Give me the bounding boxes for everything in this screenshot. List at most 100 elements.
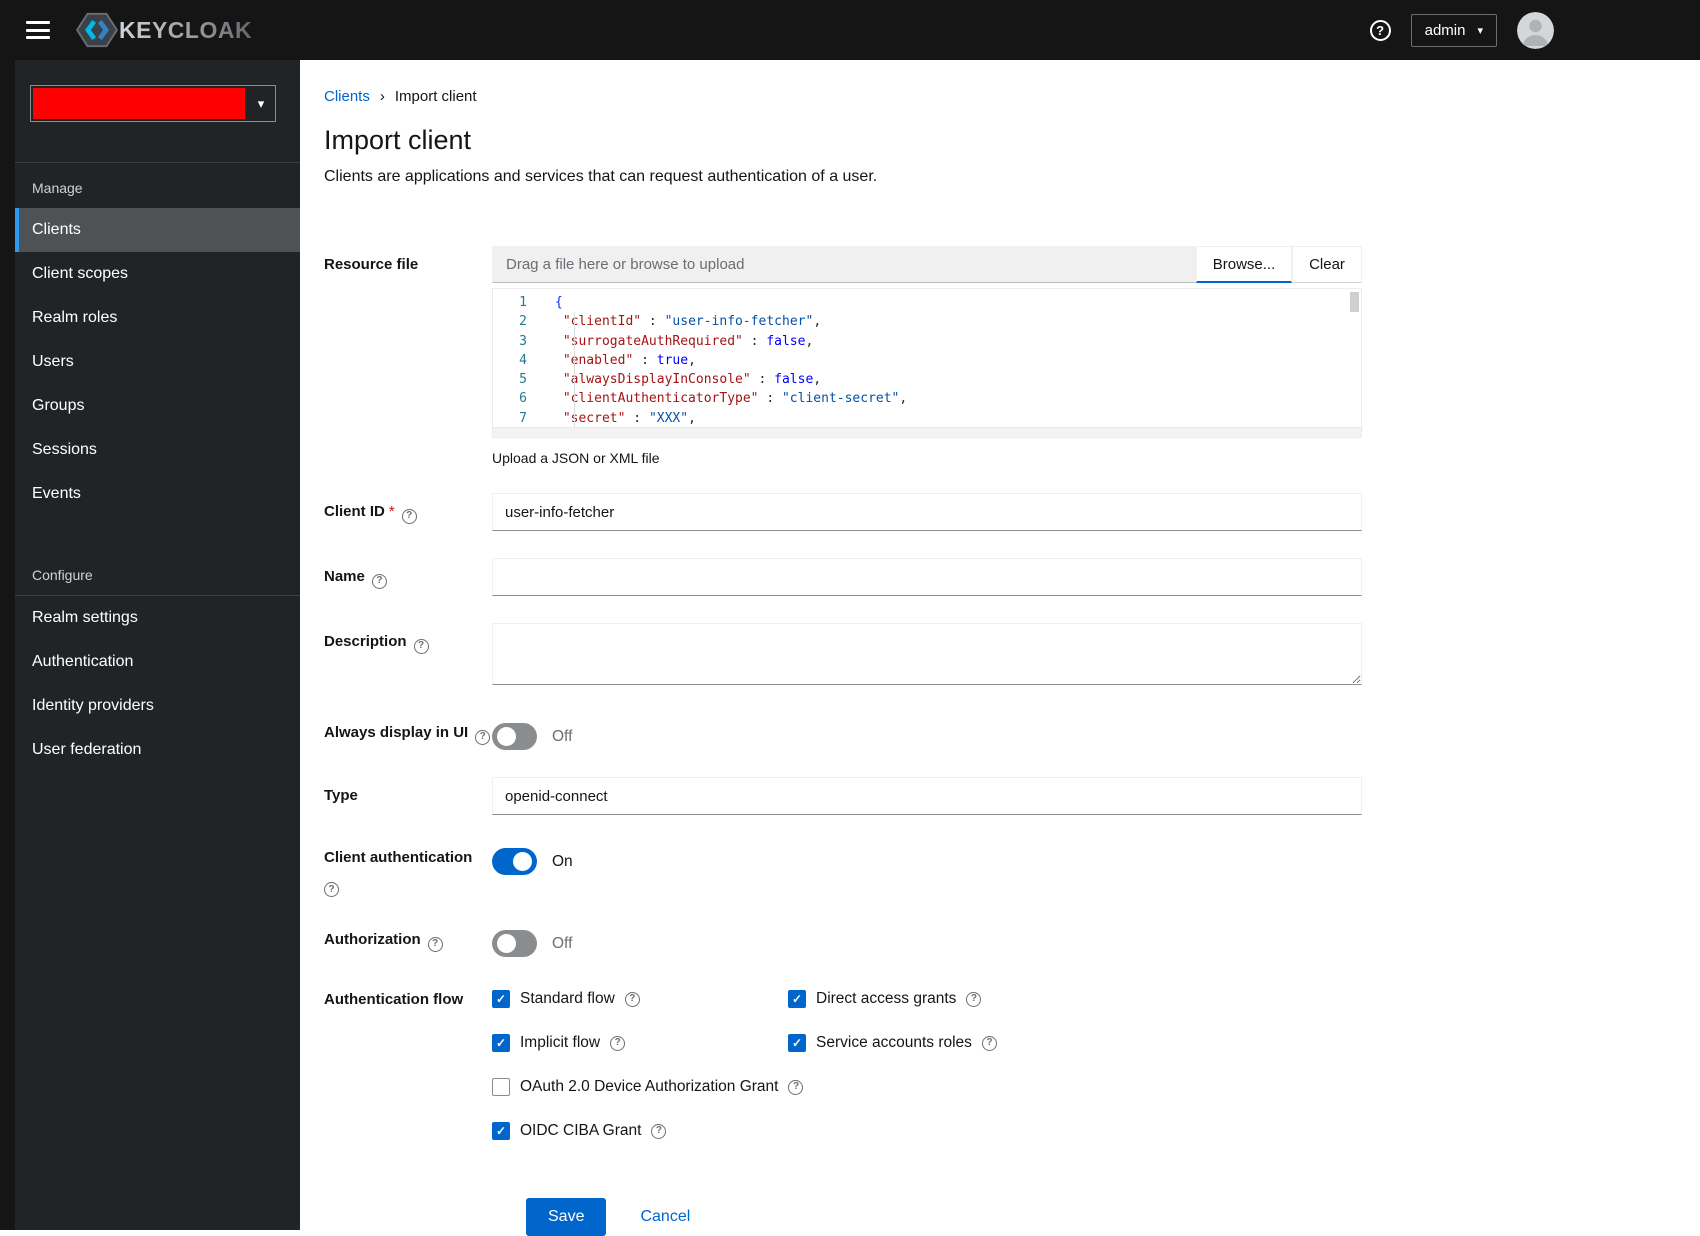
form-row-client-id: Client ID *? [324, 493, 1362, 531]
realm-name-redacted [33, 88, 245, 119]
file-upload-filename[interactable]: Drag a file here or browse to upload [492, 246, 1196, 283]
clear-button[interactable]: Clear [1292, 246, 1362, 283]
sidebar-item-client-scopes[interactable]: Client scopes [15, 252, 300, 296]
code-line: 5 "alwaysDisplayInConsole" : false, [493, 370, 1361, 389]
help-icon[interactable]: ? [401, 508, 417, 524]
sidebar-item-realm-roles[interactable]: Realm roles [15, 296, 300, 340]
form-row-resource-file: Resource file Drag a file here or browse… [324, 246, 1362, 466]
sidebar-item-realm-settings[interactable]: Realm settings [15, 596, 300, 640]
help-icon[interactable]: ? [1369, 19, 1391, 41]
nav-toggle-hamburger-icon[interactable] [26, 21, 50, 39]
chevron-down-icon: ▾ [257, 95, 265, 111]
breadcrumb-current: Import client [394, 88, 477, 105]
user-menu-label: admin [1424, 21, 1466, 39]
cancel-button[interactable]: Cancel [640, 1208, 690, 1226]
help-icon[interactable]: ? [324, 882, 339, 897]
required-indicator: * [388, 503, 395, 520]
form-row-always-display: Always display in UI? Off [324, 717, 1362, 750]
sidebar-item-groups[interactable]: Groups [15, 384, 300, 428]
help-icon[interactable]: ? [624, 991, 640, 1007]
checkbox-label: OAuth 2.0 Device Authorization Grant [520, 1078, 779, 1095]
type-label: Type [324, 787, 358, 804]
sidebar-item-authentication[interactable]: Authentication [15, 640, 300, 684]
save-button[interactable]: Save [526, 1198, 607, 1236]
help-icon[interactable]: ? [610, 1035, 626, 1051]
import-client-form: Resource file Drag a file here or browse… [324, 246, 1362, 1236]
authentication-flow-options: ✓ Standard flow? ✓ Direct access grants? ✓ Im… [492, 984, 1362, 1140]
type-input[interactable] [492, 777, 1362, 815]
help-icon[interactable]: ? [788, 1079, 804, 1095]
name-label: Name? [324, 558, 492, 596]
authorization-toggle[interactable] [492, 930, 537, 957]
breadcrumb-link-clients[interactable]: Clients [324, 88, 370, 105]
sidebar-item-users[interactable]: Users [15, 340, 300, 384]
editor-vertical-scrollbar-thumb[interactable] [1350, 292, 1359, 312]
sidebar-edge [0, 60, 15, 1230]
line-number: 1 [519, 295, 527, 310]
sidebar-item-identity-providers[interactable]: Identity providers [15, 684, 300, 728]
help-icon[interactable]: ? [427, 936, 443, 952]
name-input[interactable] [492, 558, 1362, 596]
code-lines: 1{2 "clientId" : "user-info-fetcher", 3 "… [493, 289, 1361, 428]
toggle-state-label: Off [552, 727, 573, 745]
code-line: 3 "surrogateAuthRequired" : false, [493, 332, 1361, 351]
always-display-toggle[interactable] [492, 723, 537, 750]
keycloak-logo[interactable]: KEYCLOAK [76, 11, 252, 49]
description-label: Description? [324, 623, 492, 690]
form-actions: Save Cancel [324, 1198, 1362, 1236]
checkbox-standard-flow[interactable]: ✓ [492, 990, 510, 1008]
client-authentication-label: Client authentication? [324, 842, 492, 897]
checkbox-label: Service accounts roles [816, 1034, 972, 1051]
toggle-state-label: Off [552, 934, 573, 952]
chevron-down-icon: ▾ [1477, 24, 1483, 37]
help-icon[interactable]: ? [966, 991, 982, 1007]
page-subtitle: Clients are applications and services th… [324, 168, 878, 185]
user-menu-dropdown[interactable]: admin ▾ [1410, 13, 1497, 47]
indent-guide [574, 312, 575, 428]
flow-option-direct-access-grants: ✓ Direct access grants? [788, 990, 1362, 1008]
sidebar-nav: Manage Clients Client scopes Realm roles Use… [15, 162, 300, 772]
checkbox-service-accounts-roles[interactable]: ✓ [788, 1034, 806, 1052]
sidebar-item-clients[interactable]: Clients [15, 208, 300, 252]
sidebar-item-user-federation[interactable]: User federation [15, 728, 300, 772]
checkbox-oauth-2-0-device-authorization-grant[interactable] [492, 1078, 510, 1096]
flow-option-service-accounts-roles: ✓ Service accounts roles? [788, 1034, 1362, 1052]
checkbox-label: OIDC CIBA Grant [520, 1122, 642, 1139]
line-number: 2 [519, 314, 527, 330]
realm-selector[interactable]: ▾ [30, 85, 276, 122]
help-icon[interactable]: ? [651, 1123, 667, 1139]
authorization-label: Authorization? [324, 924, 492, 957]
help-icon[interactable]: ? [413, 638, 429, 654]
flow-option-implicit-flow: ✓ Implicit flow? [492, 1034, 788, 1052]
browse-button[interactable]: Browse... [1196, 246, 1292, 283]
breadcrumb: Clients › Import client [324, 88, 1700, 105]
help-icon[interactable]: ? [371, 573, 387, 589]
sidebar: ▾ Manage Clients Client scopes Realm roles U… [0, 60, 300, 1230]
checkbox-implicit-flow[interactable]: ✓ [492, 1034, 510, 1052]
client-authentication-toggle[interactable] [492, 848, 537, 875]
line-number: 4 [519, 352, 527, 368]
nav-section-manage: Manage Clients Client scopes Realm roles Use… [15, 162, 300, 516]
authentication-flow-label: Authentication flow [324, 991, 464, 1008]
breadcrumb-chevron-icon: › [379, 88, 385, 105]
client-id-label: Client ID *? [324, 493, 492, 531]
checkbox-label: Implicit flow [520, 1034, 601, 1051]
help-icon[interactable]: ? [475, 729, 491, 745]
description-textarea[interactable] [492, 623, 1362, 685]
editor-horizontal-scrollbar[interactable] [493, 427, 1361, 437]
code-line: 6 "clientAuthenticatorType" : "client-se… [493, 389, 1361, 408]
sidebar-item-sessions[interactable]: Sessions [15, 428, 300, 472]
resource-file-label: Resource file [324, 256, 419, 273]
keycloak-logo-icon [76, 12, 118, 48]
checkbox-direct-access-grants[interactable]: ✓ [788, 990, 806, 1008]
line-number: 7 [519, 410, 527, 426]
sidebar-item-events[interactable]: Events [15, 472, 300, 516]
line-number: 6 [519, 391, 527, 407]
client-id-input[interactable] [492, 493, 1362, 531]
code-line: 4 "enabled" : true, [493, 351, 1361, 370]
help-icon[interactable]: ? [981, 1035, 997, 1051]
checkbox-oidc-ciba-grant[interactable]: ✓ [492, 1122, 510, 1140]
checkbox-label: Direct access grants [816, 990, 957, 1007]
upload-helper-text: Upload a JSON or XML file [492, 450, 660, 466]
json-code-editor[interactable]: 1{2 "clientId" : "user-info-fetcher", 3 "… [492, 288, 1362, 438]
